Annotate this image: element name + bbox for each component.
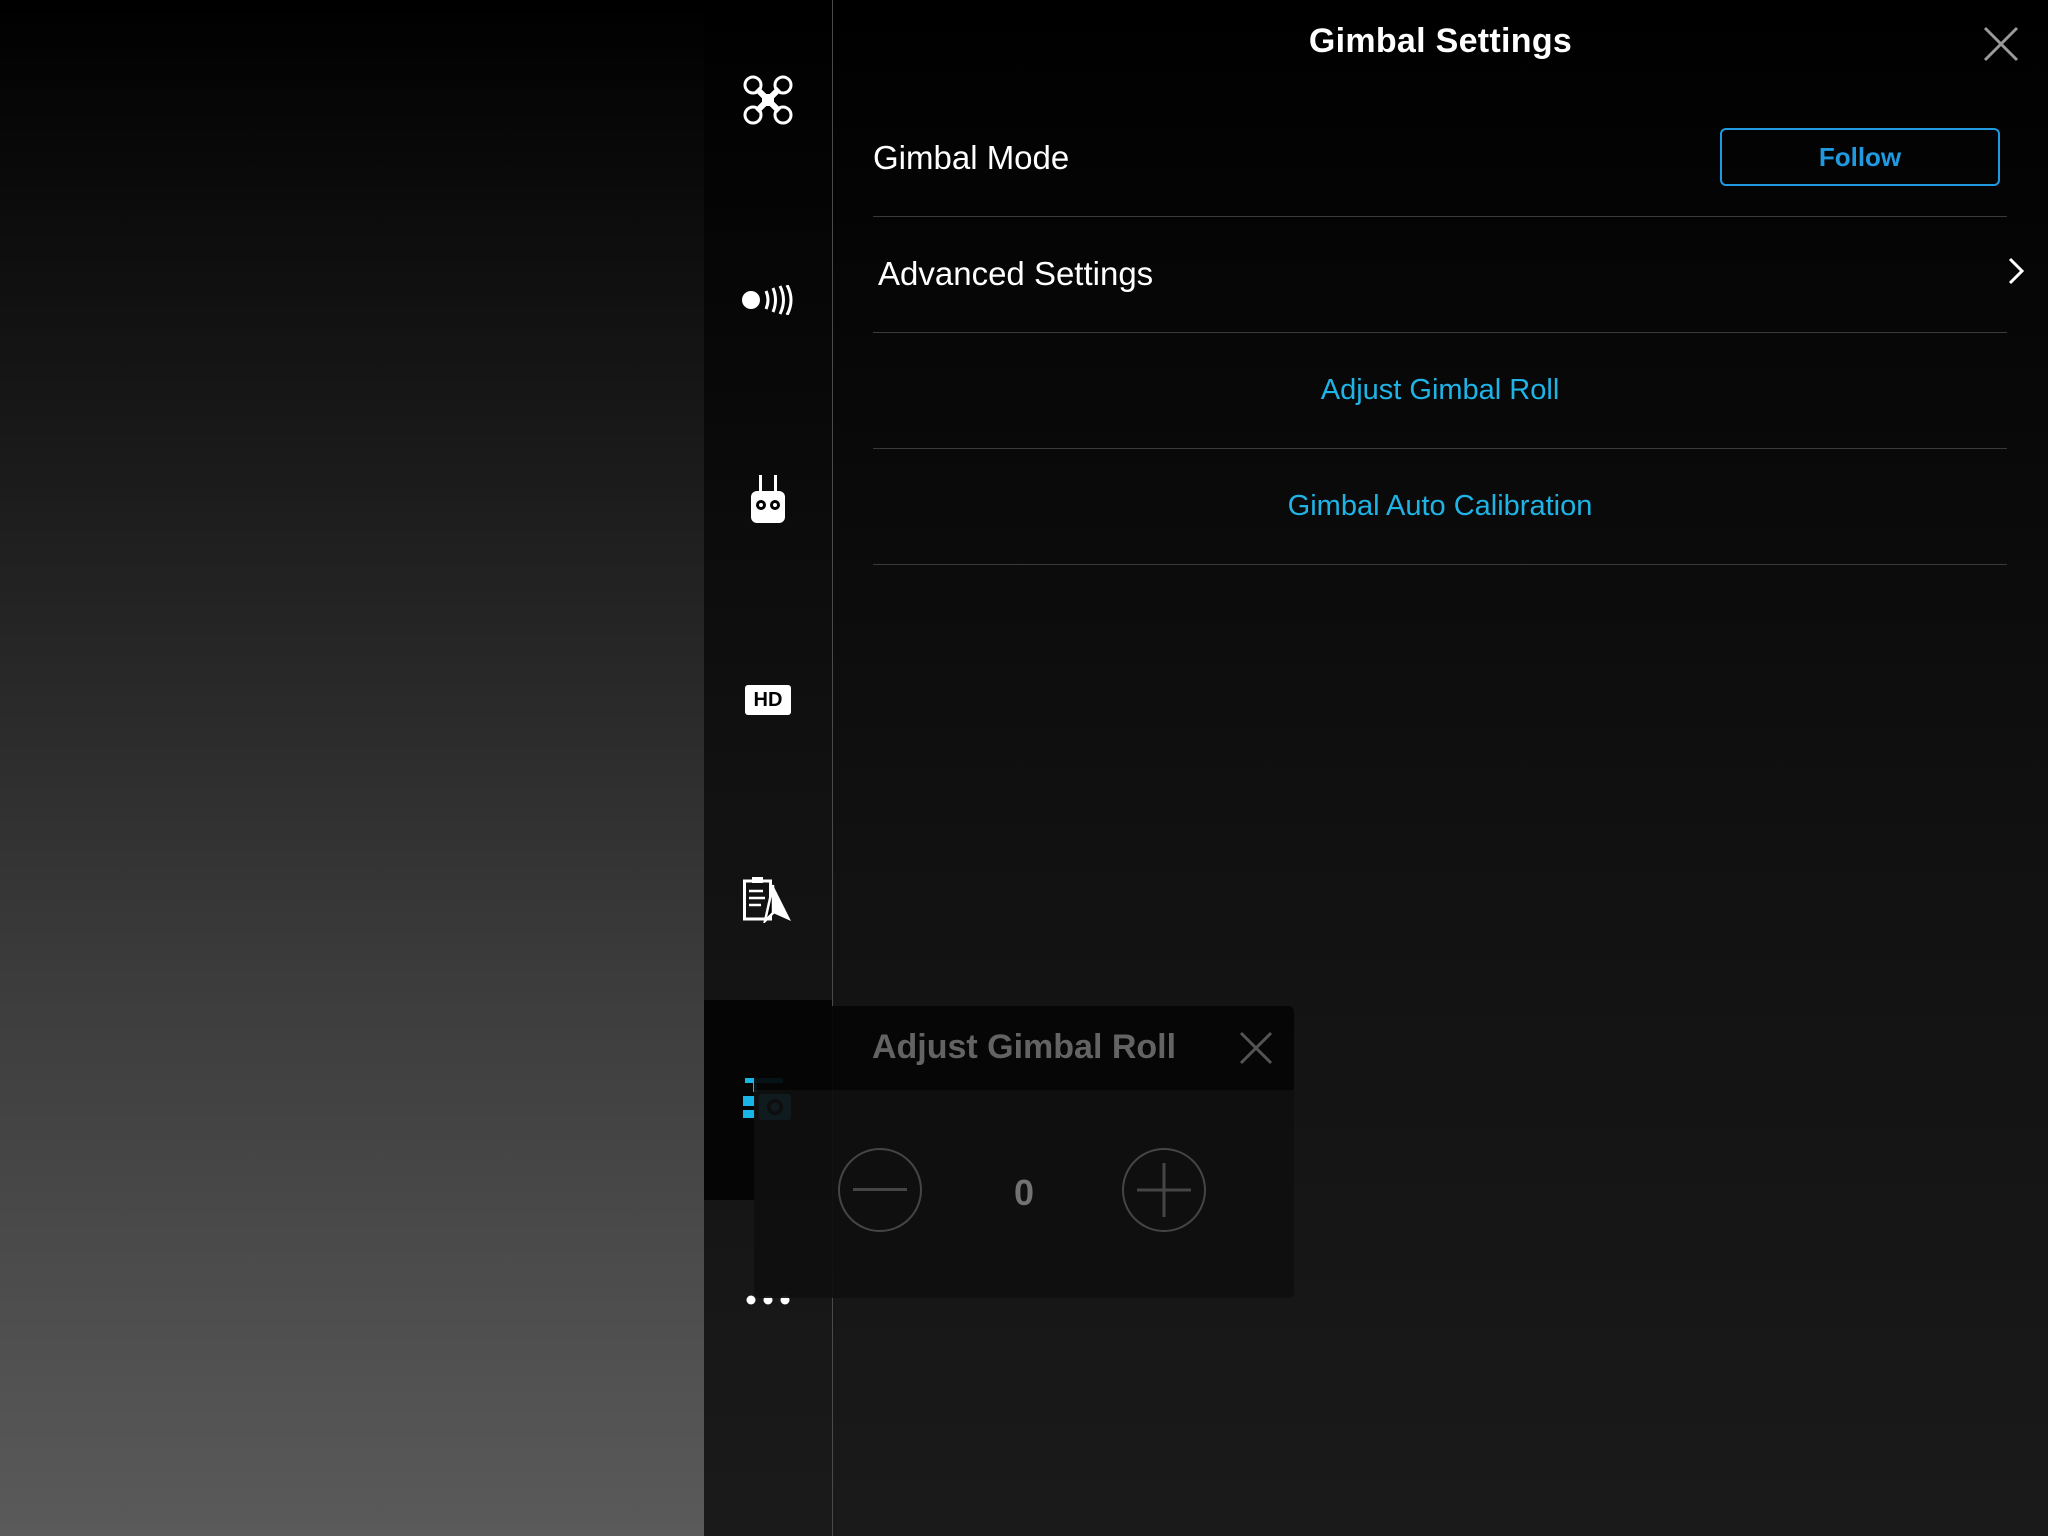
signal-strength-icon: [742, 285, 793, 315]
remote-controller-icon: [751, 475, 785, 523]
plus-icon: [1137, 1163, 1191, 1217]
advanced-settings-label: Advanced Settings: [878, 255, 1154, 292]
hd-icon-label: HD: [753, 688, 783, 711]
sidebar-item-aircraft[interactable]: [704, 0, 832, 200]
safety-checklist-icon: [743, 877, 791, 923]
adjust-gimbal-roll-link[interactable]: Adjust Gimbal Roll: [873, 374, 2007, 407]
chevron-right-icon: [2008, 257, 2025, 285]
roll-value: 0: [1013, 1172, 1035, 1213]
decrease-roll-button[interactable]: [838, 1148, 922, 1232]
close-icon[interactable]: [1981, 24, 2021, 64]
settings-sidebar: HD: [704, 0, 833, 1536]
hd-icon: HD: [745, 685, 791, 715]
sidebar-item-remote-controller[interactable]: [704, 400, 832, 600]
gimbal-auto-calibration-row: Gimbal Auto Calibration: [873, 448, 2007, 565]
sidebar-item-signal[interactable]: [704, 200, 832, 400]
adjust-gimbal-roll-dialog: Adjust Gimbal Roll 0: [754, 1006, 1294, 1298]
aircraft-icon: [743, 75, 793, 125]
dialog-close-icon[interactable]: [1238, 1030, 1274, 1066]
gimbal-mode-button[interactable]: Follow: [1720, 128, 2000, 186]
gimbal-mode-label: Gimbal Mode: [873, 139, 1070, 176]
camera-view-backdrop: [0, 0, 704, 1536]
dialog-title: Adjust Gimbal Roll: [871, 1028, 1177, 1066]
gimbal-settings-panel: Gimbal Settings Gimbal Mode Follow Advan…: [833, 0, 2048, 1536]
minus-icon: [853, 1188, 907, 1191]
sidebar-item-hd[interactable]: HD: [704, 600, 832, 800]
panel-title: Gimbal Settings: [1308, 22, 1573, 60]
sidebar-item-safety[interactable]: [704, 800, 832, 1000]
advanced-settings-row[interactable]: Advanced Settings: [873, 216, 2025, 333]
gimbal-auto-calibration-link[interactable]: Gimbal Auto Calibration: [873, 490, 2007, 523]
adjust-gimbal-roll-row: Adjust Gimbal Roll: [873, 332, 2007, 449]
increase-roll-button[interactable]: [1122, 1148, 1206, 1232]
